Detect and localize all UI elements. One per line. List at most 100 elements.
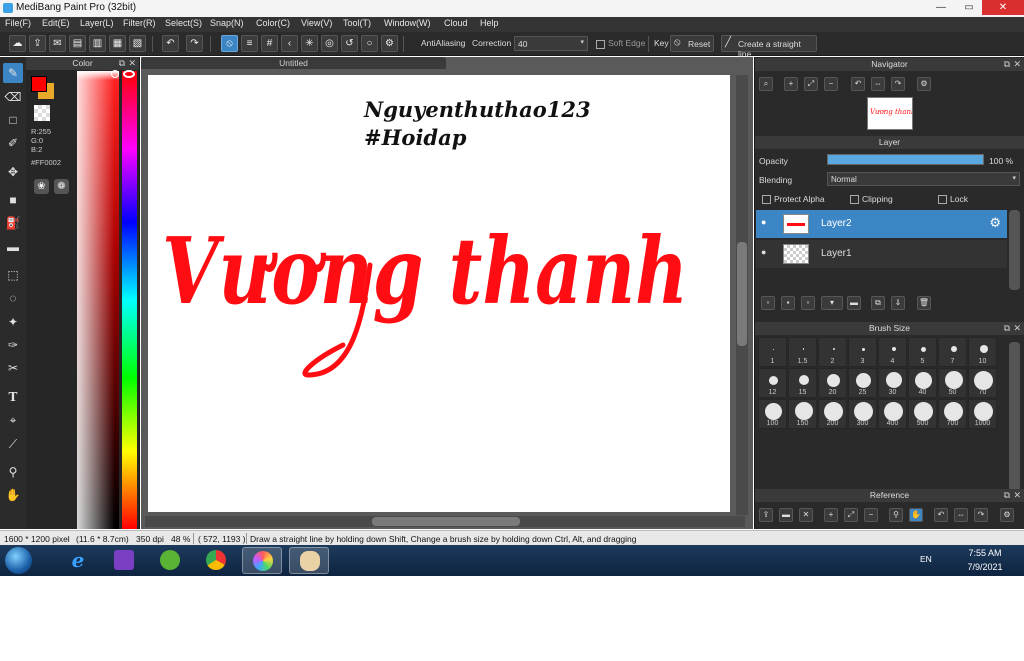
ellipse-snap-icon[interactable]: ○ bbox=[361, 35, 378, 52]
document-tab[interactable]: Untitled bbox=[141, 57, 446, 69]
tray-date[interactable]: 7/9/2021 bbox=[955, 562, 1015, 572]
no-snap-icon[interactable]: ⦸ bbox=[221, 35, 238, 52]
menu-view[interactable]: View(V) bbox=[301, 18, 332, 28]
undock-icon[interactable]: ⧉ bbox=[119, 57, 125, 70]
chat-icon[interactable]: ▤ bbox=[69, 35, 86, 52]
close-icon[interactable]: ✕ bbox=[1013, 58, 1021, 71]
new-8bit-layer-icon[interactable]: ▫ bbox=[801, 296, 815, 310]
brush-size-cell[interactable]: 1000 bbox=[968, 399, 997, 429]
menu-filter[interactable]: Filter(R) bbox=[123, 18, 156, 28]
undo-icon[interactable]: ↶ bbox=[162, 35, 179, 52]
hue-slider[interactable] bbox=[122, 71, 137, 529]
undock-icon[interactable]: ⧉ bbox=[1004, 489, 1010, 502]
menu-select[interactable]: Select(S) bbox=[165, 18, 202, 28]
soft-edge-checkbox[interactable] bbox=[596, 40, 605, 49]
brush-size-cell[interactable]: 30 bbox=[878, 368, 907, 398]
redo-icon[interactable]: ↷ bbox=[186, 35, 203, 52]
color-set-icon[interactable]: ❁ bbox=[54, 179, 69, 194]
flip-icon[interactable]: ⇔ bbox=[871, 77, 885, 91]
reference-fit-icon[interactable]: ⤢ bbox=[844, 508, 858, 522]
taskbar-coccoc[interactable] bbox=[150, 547, 190, 574]
protect-alpha-checkbox[interactable] bbox=[762, 195, 771, 204]
brush-size-cell[interactable]: 1.5 bbox=[788, 337, 817, 367]
menu-file[interactable]: File(F) bbox=[5, 18, 31, 28]
pages-icon[interactable]: ▦ bbox=[109, 35, 126, 52]
comment-icon[interactable]: ✉ bbox=[49, 35, 66, 52]
reference-hand-icon[interactable]: ✋ bbox=[909, 508, 923, 522]
undock-icon[interactable]: ⧉ bbox=[1004, 322, 1010, 335]
color-picker-handle[interactable] bbox=[111, 70, 119, 78]
menu-snap[interactable]: Snap(N) bbox=[210, 18, 244, 28]
hand-tool-icon[interactable]: ✋ bbox=[3, 485, 23, 505]
tray-language[interactable]: EN bbox=[920, 554, 932, 564]
menu-color[interactable]: Color(C) bbox=[256, 18, 290, 28]
reference-zoom-out-icon[interactable]: − bbox=[864, 508, 878, 522]
reference-close-icon[interactable]: ✕ bbox=[799, 508, 813, 522]
taskbar-ie[interactable]: e bbox=[58, 547, 98, 574]
menu-layer[interactable]: Layer(L) bbox=[80, 18, 114, 28]
eye-icon[interactable]: ● bbox=[761, 217, 766, 227]
rotate-right-icon[interactable]: ↷ bbox=[891, 77, 905, 91]
reference-open-icon[interactable]: ▬ bbox=[779, 508, 793, 522]
start-button-icon[interactable] bbox=[5, 547, 32, 574]
foreground-color-swatch[interactable] bbox=[31, 76, 47, 92]
reference-flip-icon[interactable]: ⇔ bbox=[954, 508, 968, 522]
close-icon[interactable]: ✕ bbox=[128, 57, 136, 70]
correction-select[interactable]: 40 ▾ bbox=[514, 36, 588, 51]
zoom-icon[interactable]: ⌕ bbox=[759, 77, 773, 91]
eraser-tool-icon[interactable]: ⌫ bbox=[3, 87, 23, 107]
duplicate-layer-icon[interactable]: ⧉ bbox=[871, 296, 885, 310]
brush-size-scrollbar[interactable] bbox=[1009, 342, 1020, 492]
reference-settings-icon[interactable]: ⚙ bbox=[1000, 508, 1014, 522]
snap-settings-icon[interactable]: ⚙ bbox=[381, 35, 398, 52]
brush-size-cell[interactable]: 3 bbox=[848, 337, 877, 367]
layer-row-layer1[interactable]: ● Layer1 bbox=[756, 240, 1007, 268]
taskbar-chrome[interactable] bbox=[196, 547, 236, 574]
pen-tool-icon[interactable]: ✐ bbox=[3, 133, 23, 153]
drawing-canvas[interactable]: Nguyenthuthao123 #Hoidap Vương thanh bbox=[148, 75, 730, 512]
menu-window[interactable]: Window(W) bbox=[384, 18, 431, 28]
dot-tool-icon[interactable]: □ bbox=[3, 110, 23, 130]
layer-row-layer2[interactable]: ● Layer2 ⚙ bbox=[756, 210, 1007, 238]
close-button[interactable]: ✕ bbox=[982, 0, 1024, 15]
navigator-thumbnail[interactable]: Vương thanh bbox=[867, 97, 913, 130]
opacity-slider[interactable] bbox=[827, 154, 984, 165]
horizontal-scroll-thumb[interactable] bbox=[372, 517, 520, 526]
parallel-snap-icon[interactable]: ≡ bbox=[241, 35, 258, 52]
reference-rotate-right-icon[interactable]: ↷ bbox=[974, 508, 988, 522]
page-icon[interactable]: ▥ bbox=[89, 35, 106, 52]
brush-size-cell[interactable]: 10 bbox=[968, 337, 997, 367]
operation-tool-icon[interactable]: ⌖ bbox=[3, 410, 23, 430]
curve-snap-icon[interactable]: ↺ bbox=[341, 35, 358, 52]
undock-icon[interactable]: ⧉ bbox=[1004, 58, 1010, 71]
text-tool-icon[interactable]: T bbox=[3, 387, 23, 407]
zoom-in-icon[interactable]: + bbox=[784, 77, 798, 91]
layer-scrollbar[interactable] bbox=[1009, 210, 1020, 290]
menu-help[interactable]: Help bbox=[480, 18, 499, 28]
fit-icon[interactable]: ⤢ bbox=[804, 77, 818, 91]
menu-tool[interactable]: Tool(T) bbox=[343, 18, 371, 28]
brush-size-cell[interactable]: 2 bbox=[818, 337, 847, 367]
menu-edit[interactable]: Edit(E) bbox=[42, 18, 70, 28]
bucket-tool-icon[interactable]: ⛽ bbox=[3, 213, 23, 233]
brush-size-cell[interactable]: 200 bbox=[818, 399, 847, 429]
brush-size-cell[interactable]: 20 bbox=[818, 368, 847, 398]
hue-handle[interactable] bbox=[123, 70, 135, 78]
palette-icon[interactable]: ❀ bbox=[34, 179, 49, 194]
brush-size-cell[interactable]: 1 bbox=[758, 337, 787, 367]
new-layer-icon[interactable]: ▫ bbox=[761, 296, 775, 310]
move-tool-icon[interactable]: ✥ bbox=[3, 162, 23, 182]
reset-button[interactable]: ⦸ Reset bbox=[670, 35, 714, 52]
brush-size-cell[interactable]: 5 bbox=[908, 337, 937, 367]
cross-snap-icon[interactable]: # bbox=[261, 35, 278, 52]
reference-add-icon[interactable]: ⇪ bbox=[759, 508, 773, 522]
brush-size-cell[interactable]: 70 bbox=[968, 368, 997, 398]
magic-wand-tool-icon[interactable]: ✦ bbox=[3, 312, 23, 332]
lock-checkbox[interactable] bbox=[938, 195, 947, 204]
create-straight-line-button[interactable]: ╱ Create a straight line bbox=[721, 35, 817, 59]
radial-snap-icon[interactable]: ✳ bbox=[301, 35, 318, 52]
select-eraser-tool-icon[interactable]: ✂ bbox=[3, 358, 23, 378]
eyedropper-tool-icon[interactable]: ⚲ bbox=[3, 462, 23, 482]
gear-icon[interactable]: ⚙ bbox=[989, 215, 1001, 231]
circle-snap-icon[interactable]: ◎ bbox=[321, 35, 338, 52]
